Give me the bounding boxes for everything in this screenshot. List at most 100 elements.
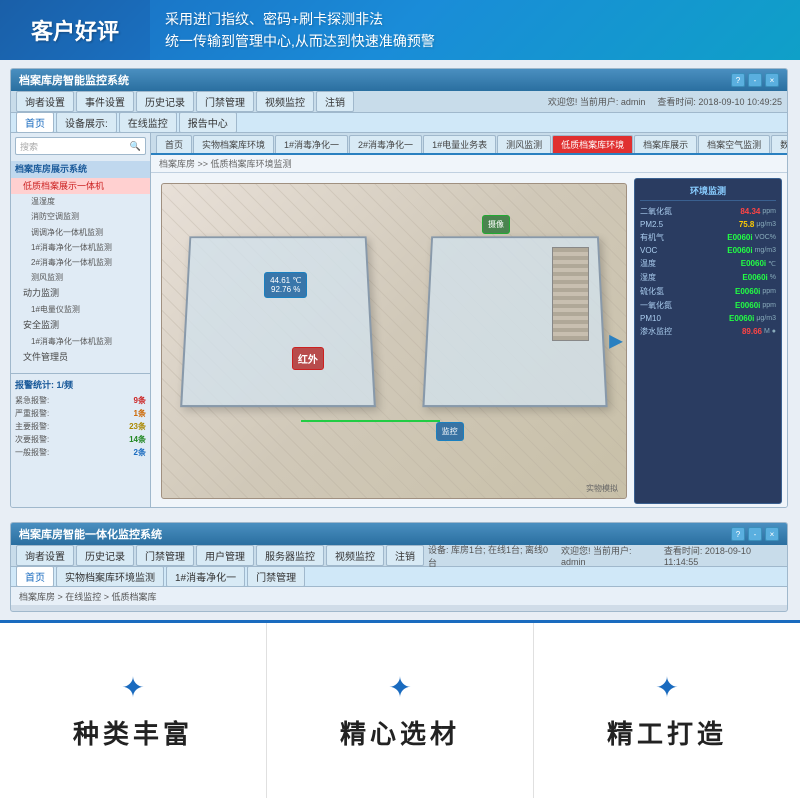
menu-event[interactable]: 事件设置	[76, 91, 134, 112]
nav-tab-archive[interactable]: 实物档案库环境	[193, 135, 274, 153]
close-btn-2[interactable]: ×	[765, 527, 779, 541]
nav-arrow-right[interactable]: ▶	[609, 331, 623, 352]
close-btn[interactable]: ×	[765, 73, 779, 87]
nav-tab-disinfect2[interactable]: 2#消毒净化一	[349, 135, 422, 153]
submenu-device[interactable]: 设备展示:	[56, 112, 117, 133]
nav-tab-home[interactable]: 首页	[156, 135, 192, 153]
env-value-no: E0060i	[720, 301, 760, 310]
env-value-temp: E0060i	[726, 259, 766, 268]
env-row-no: 一氧化氮 E0060i ppm	[640, 300, 776, 311]
sensor-temp[interactable]: 44.61 ℃ 92.76 %	[264, 272, 307, 298]
minimize-btn[interactable]: -	[748, 73, 762, 87]
submenu2-door-mgmt[interactable]: 门禁管理	[247, 566, 305, 587]
search-icon[interactable]: 🔍	[130, 141, 141, 152]
menu2-logout[interactable]: 注销	[386, 545, 424, 566]
top-banner: 客户好评 采用进门指纹、密码+刷卡探测非法 统一传输到管理中心,从而达到快速准确…	[0, 0, 800, 60]
env-label-water: 渗水监控	[640, 326, 722, 337]
menu-door[interactable]: 门禁管理	[196, 91, 254, 112]
tree-item-low[interactable]: 低质档案展示一体机	[11, 178, 150, 195]
menu-bar-2: 询者设置 历史记录 门禁管理 用户管理 服务器监控 视频监控 注销 设备: 库房…	[11, 545, 787, 567]
monitor-title-2: 档案库房智能一体化监控系统	[19, 526, 162, 542]
menu-config[interactable]: 询者设置	[16, 91, 74, 112]
env-row-pm25: PM2.5 75.8 μg/m3	[640, 220, 776, 229]
tree-item-security[interactable]: 安全监测	[11, 317, 150, 334]
help-btn[interactable]: ?	[731, 73, 745, 87]
sidebar-search[interactable]: 搜索 🔍	[15, 137, 146, 155]
env-value-pm10: E0060i	[714, 314, 754, 323]
feature-icon-3: ✦	[655, 671, 678, 704]
status-bar-location: 档案库房 > 在线监控 > 低质档案库	[19, 590, 157, 603]
bottom-feature-3: ✦ 精工打造	[534, 623, 800, 798]
alert-row-5: 一般报警: 2条	[15, 446, 146, 459]
env-value-voc2: E0060i	[713, 246, 753, 255]
minimize-btn-2[interactable]: -	[748, 527, 762, 541]
alert-count-5: 2条	[134, 447, 146, 458]
env-panel: 环境监测 二氧化氮 84.34 ppm PM2.5 75.8 μg/m3	[634, 178, 782, 504]
sensor-infra[interactable]: 红外	[292, 347, 324, 370]
info-admin: 欢迎您! 当前用户: admin	[548, 95, 646, 108]
submenu-report[interactable]: 报告中心	[179, 112, 237, 133]
submenu2-home[interactable]: 首页	[16, 566, 54, 587]
tree-item-electric[interactable]: 1#电量仪监测	[11, 302, 150, 317]
sensor-infra-label: 红外	[298, 355, 318, 366]
sensor-monitor[interactable]: 监控	[436, 422, 464, 441]
path-line	[301, 420, 440, 422]
env-value-humid: E0060i	[728, 273, 768, 282]
env-label-humid: 湿度	[640, 272, 728, 283]
submenu-online[interactable]: 在线监控	[119, 112, 177, 133]
sensor-camera[interactable]: 摄像	[482, 215, 510, 234]
menu2-server[interactable]: 服务器监控	[256, 545, 324, 566]
alert-title: 报警统计: 1/频	[15, 378, 146, 391]
env-value-h2s: E0060i	[720, 287, 760, 296]
help-btn-2[interactable]: ?	[731, 527, 745, 541]
feature-text-2: 精心选材	[340, 714, 460, 751]
nav-tab-low[interactable]: 低质档案库环境	[552, 135, 633, 153]
submenu2-archive[interactable]: 实物档案库环境监测	[56, 566, 164, 587]
nav-tab-display[interactable]: 档案库展示	[634, 135, 697, 153]
menu2-user[interactable]: 用户管理	[196, 545, 254, 566]
screenshot-area: 档案库房智能监控系统 ? - × 询者设置 事件设置 历史记录 门禁管理 视频监…	[0, 60, 800, 620]
tree-item-main[interactable]: 档案库房展示系统	[11, 161, 150, 178]
tree-item-fire[interactable]: 消防空调监测	[11, 209, 150, 224]
menu2-history[interactable]: 历史记录	[76, 545, 134, 566]
nav-tab-wind[interactable]: 测风监测	[497, 135, 551, 153]
menu-status[interactable]: 历史记录	[136, 91, 194, 112]
monitor-title-1: 档案库房智能监控系统	[19, 72, 129, 88]
env-unit-h2s: ppm	[762, 288, 776, 295]
env-unit-temp: ℃	[768, 260, 776, 268]
tree-item-file[interactable]: 文件管理员	[11, 349, 150, 366]
menu2-config[interactable]: 询者设置	[16, 545, 74, 566]
tree-item-wind[interactable]: 测风监测	[11, 270, 150, 285]
nav-tab-power[interactable]: 1#电量业务表	[423, 135, 496, 153]
tree-item-purify1[interactable]: 1#消毒净化一体机监测	[11, 240, 150, 255]
alert-label-1: 紧急报警:	[15, 395, 49, 406]
breadcrumb-text: 档案库房 >> 低质档案库环境监测	[159, 157, 292, 170]
env-label-h2s: 硫化氢	[640, 286, 720, 297]
env-unit-humid: %	[770, 274, 776, 281]
menu-logout[interactable]: 注销	[316, 91, 354, 112]
submenu2-disinfect[interactable]: 1#消毒净化一	[166, 566, 245, 587]
menu2-door[interactable]: 门禁管理	[136, 545, 194, 566]
bottom-banner: ✦ 种类丰富 ✦ 精心选材 ✦ 精工打造	[0, 620, 800, 798]
alert-row-4: 次要报警: 14条	[15, 433, 146, 446]
tree-item-temp[interactable]: 温湿度	[11, 194, 150, 209]
bottom-feature-2: ✦ 精心选材	[267, 623, 534, 798]
top-banner-left-text: 客户好评	[31, 14, 119, 46]
nav-tab-air[interactable]: 档案空气监测	[698, 135, 770, 153]
env-row-temp: 温度 E0060i ℃	[640, 258, 776, 269]
tree-item-purify0[interactable]: 调调净化一体机监测	[11, 225, 150, 240]
menu-video[interactable]: 视频监控	[256, 91, 314, 112]
alert-label-4: 次要报警:	[15, 434, 49, 445]
tree-item-purify3[interactable]: 1#消毒净化一体机监测	[11, 334, 150, 349]
nav-tab-data[interactable]: 数据安全监测	[771, 135, 787, 153]
menu2-video[interactable]: 视频监控	[326, 545, 384, 566]
tree-item-power[interactable]: 动力监测	[11, 285, 150, 302]
nav-tab-disinfect1[interactable]: 1#消毒净化一	[275, 135, 348, 153]
alert-row-2: 严重报警: 1条	[15, 407, 146, 420]
room-large-left	[180, 236, 375, 406]
submenu-home[interactable]: 首页	[16, 112, 54, 133]
search-placeholder: 搜索	[20, 140, 130, 153]
main-content: 首页 实物档案库环境 1#消毒净化一 2#消毒净化一 1#电量业务表 测风监测 …	[151, 133, 787, 508]
env-row-pm10: PM10 E0060i μg/m3	[640, 314, 776, 323]
tree-item-purify2[interactable]: 2#消毒净化一体机监测	[11, 255, 150, 270]
